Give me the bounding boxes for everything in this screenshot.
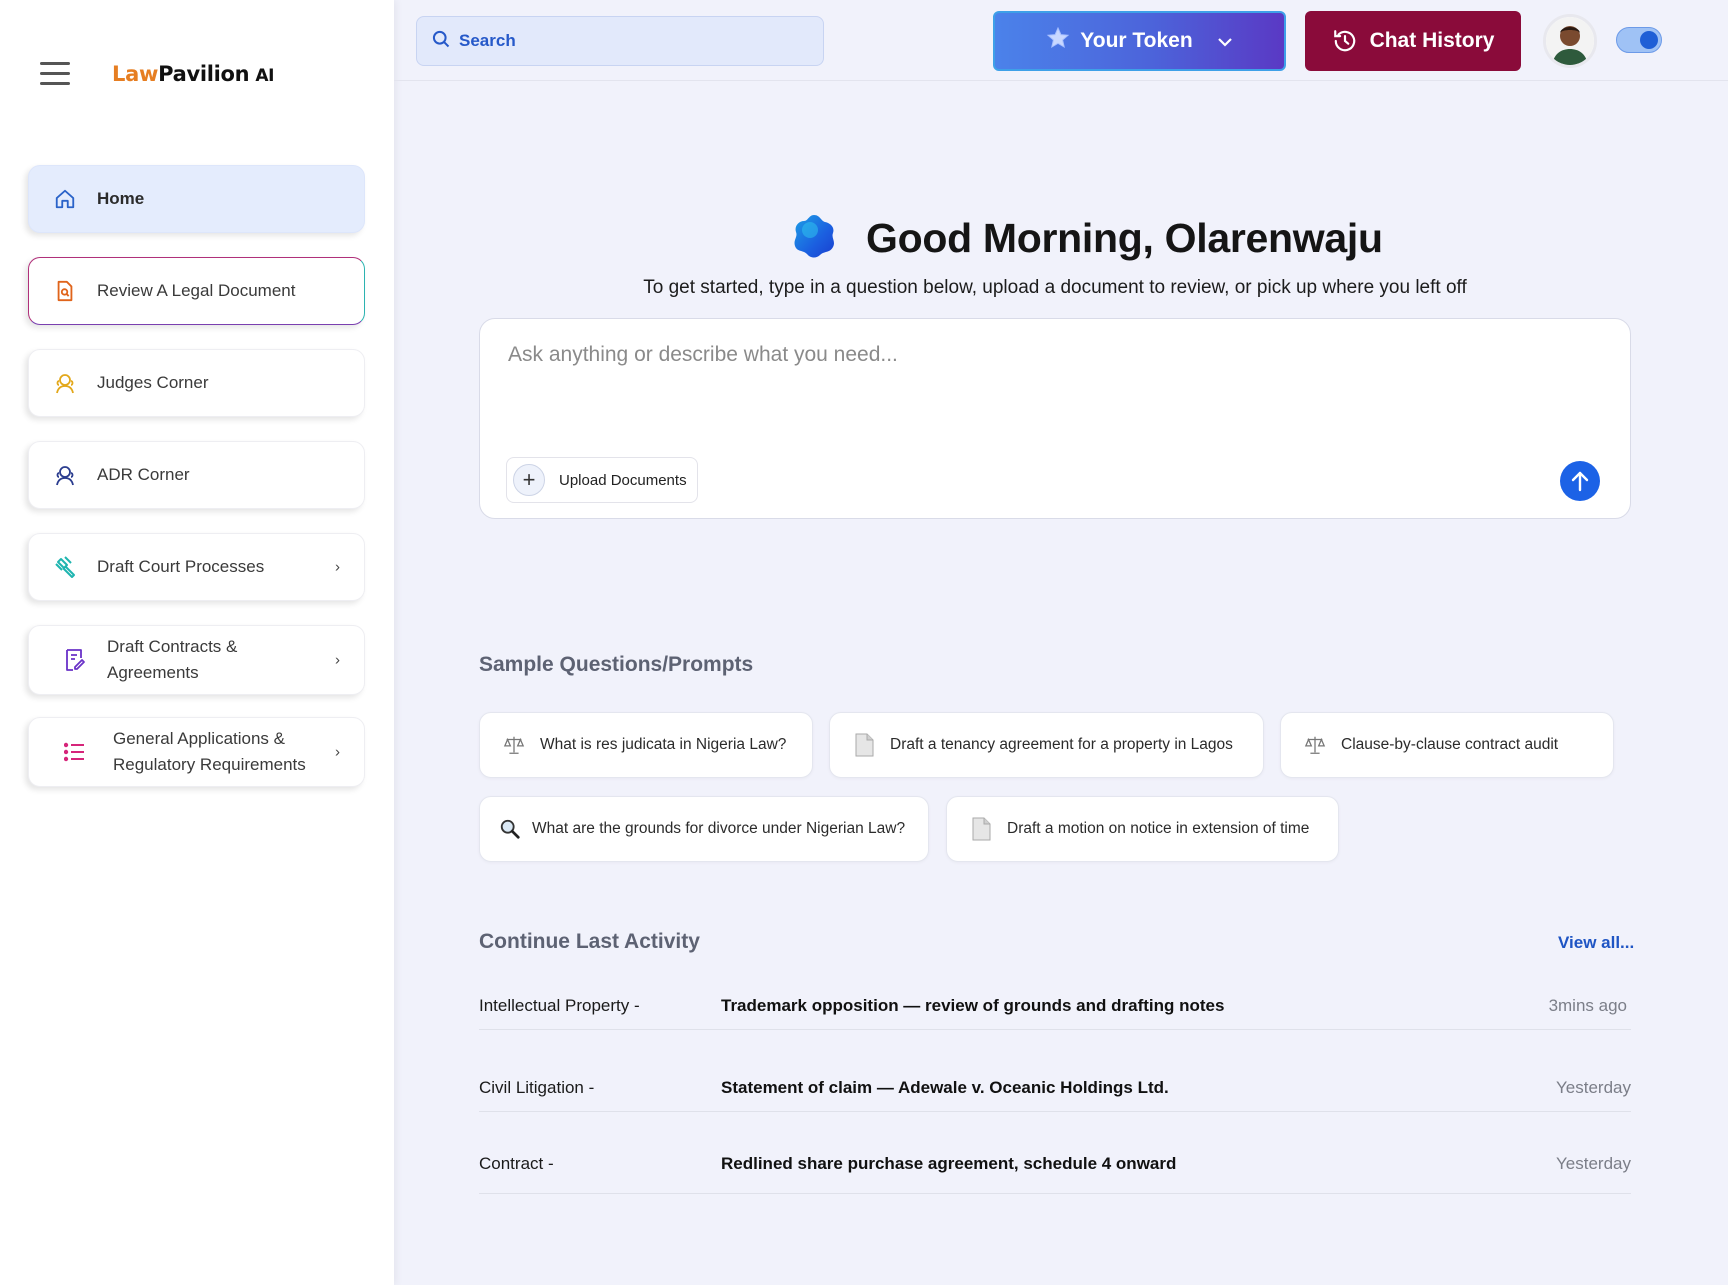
top-bar: Your Token Chat History xyxy=(394,0,1728,81)
view-all-link[interactable]: View all... xyxy=(1558,933,1634,953)
chevron-down-icon xyxy=(1217,29,1233,53)
sidebar-item-label: Draft Court Processes xyxy=(97,557,265,576)
activity-time: Yesterday xyxy=(1556,1154,1631,1173)
activity-row[interactable]: Contract - Redlined share purchase agree… xyxy=(479,1154,1631,1194)
ai-orb-icon xyxy=(790,212,838,265)
arrow-up-icon xyxy=(1571,471,1589,492)
gavel-icon xyxy=(53,555,77,579)
sidebar-item-label: Review A Legal Document xyxy=(97,281,296,300)
sample-prompt-chip[interactable]: Draft a motion on notice in extension of… xyxy=(946,796,1339,862)
prompt-input[interactable] xyxy=(508,343,1588,403)
activity-description: Redlined share purchase agreement, sched… xyxy=(721,1154,1177,1173)
upload-documents-button[interactable]: + Upload Documents xyxy=(506,457,698,503)
prompt-box: + Upload Documents xyxy=(479,318,1631,519)
sidebar-item-judges-corner[interactable]: Judges Corner xyxy=(28,349,365,417)
chevron-right-icon: › xyxy=(335,651,340,669)
activity-time: 3mins ago xyxy=(1548,996,1627,1015)
judge-icon xyxy=(53,371,77,395)
sample-prompt-label: Draft a tenancy agreement for a property… xyxy=(890,736,1233,753)
activity-description: Trademark opposition — review of grounds… xyxy=(721,996,1225,1015)
history-icon xyxy=(1333,30,1355,52)
greeting-subtitle: To get started, type in a question below… xyxy=(643,277,1467,298)
sidebar-item-label: Draft Contracts & Agreements xyxy=(107,637,238,682)
sample-prompt-chip[interactable]: Clause-by-clause contract audit xyxy=(1280,712,1614,778)
sample-prompt-chip[interactable]: What are the grounds for divorce under N… xyxy=(479,796,929,862)
sidebar-item-label: Judges Corner xyxy=(97,373,209,392)
sidebar-item-review-document[interactable]: Review A Legal Document xyxy=(28,257,365,325)
logo-text-law: Law xyxy=(112,62,159,86)
contract-icon xyxy=(63,648,87,672)
sidebar-item-label: ADR Corner xyxy=(97,465,190,484)
activity-title: Continue Last Activity xyxy=(479,930,700,953)
sidebar-item-draft-court-processes[interactable]: Draft Court Processes › xyxy=(28,533,365,601)
plus-icon: + xyxy=(513,464,545,496)
list-icon xyxy=(63,740,87,764)
sidebar-item-adr-corner[interactable]: ADR Corner xyxy=(28,441,365,509)
logo-text-pavilion: Pavilion xyxy=(158,62,250,86)
activity-category: Contract - xyxy=(479,1154,554,1173)
sample-prompt-label: What are the grounds for divorce under N… xyxy=(532,820,906,837)
menu-icon[interactable] xyxy=(40,62,70,88)
document-icon xyxy=(969,817,993,841)
activity-category: Civil Litigation - xyxy=(479,1078,595,1097)
chat-history-label: Chat History xyxy=(1369,29,1495,52)
sample-prompts-title: Sample Questions/Prompts xyxy=(479,653,754,676)
greeting-row: Good Morning, Olarenwaju xyxy=(790,210,1383,266)
sidebar-item-label: General Applications & Regulatory Requir… xyxy=(113,729,306,774)
home-icon xyxy=(53,187,77,211)
sidebar-item-draft-contracts[interactable]: Draft Contracts & Agreements › xyxy=(28,625,365,695)
document-search-icon xyxy=(53,279,77,303)
activity-row[interactable]: Intellectual Property - Trademark opposi… xyxy=(479,996,1631,1030)
sidebar-item-general-applications[interactable]: General Applications & Regulatory Requir… xyxy=(28,717,365,787)
sample-prompt-chip[interactable]: Draft a tenancy agreement for a property… xyxy=(829,712,1264,778)
your-token-label: Your Token xyxy=(1080,29,1193,52)
sample-prompt-label: What is res judicata in Nigeria Law? xyxy=(540,736,787,753)
activity-time: Yesterday xyxy=(1556,1078,1631,1097)
document-icon xyxy=(852,733,876,757)
avatar[interactable] xyxy=(1543,14,1597,68)
logo-text-ai: AI xyxy=(255,66,275,86)
magnifier-icon xyxy=(498,817,522,841)
app-logo[interactable]: LawPavilion AI xyxy=(112,62,275,86)
sample-prompt-label: Draft a motion on notice in extension of… xyxy=(1007,820,1310,837)
scales-icon xyxy=(502,733,526,757)
sidebar-item-home[interactable]: Home xyxy=(28,165,365,233)
greeting-title: Good Morning, Olarenwaju xyxy=(866,214,1383,261)
search-icon xyxy=(431,29,451,54)
search-box[interactable] xyxy=(416,16,824,66)
activity-description: Statement of claim — Adewale v. Oceanic … xyxy=(721,1078,1169,1097)
upload-documents-label: Upload Documents xyxy=(559,471,687,489)
mediator-icon xyxy=(53,463,77,487)
chat-history-button[interactable]: Chat History xyxy=(1305,11,1521,71)
sidebar: LawPavilion AI Home Review A Legal Docume… xyxy=(0,0,394,1285)
scales-icon xyxy=(1303,733,1327,757)
chevron-right-icon: › xyxy=(335,558,340,576)
sample-prompt-label: Clause-by-clause contract audit xyxy=(1341,736,1559,753)
sample-prompt-chip[interactable]: What is res judicata in Nigeria Law? xyxy=(479,712,813,778)
theme-toggle[interactable] xyxy=(1616,27,1662,53)
send-button[interactable] xyxy=(1560,461,1600,501)
star-icon xyxy=(1046,26,1070,56)
sidebar-item-label: Home xyxy=(97,189,145,208)
search-input[interactable] xyxy=(459,31,799,51)
toggle-knob xyxy=(1640,31,1658,49)
your-token-button[interactable]: Your Token xyxy=(993,11,1286,71)
activity-category: Intellectual Property - xyxy=(479,996,640,1015)
chevron-right-icon: › xyxy=(335,743,340,761)
activity-row[interactable]: Civil Litigation - Statement of claim — … xyxy=(479,1078,1631,1112)
